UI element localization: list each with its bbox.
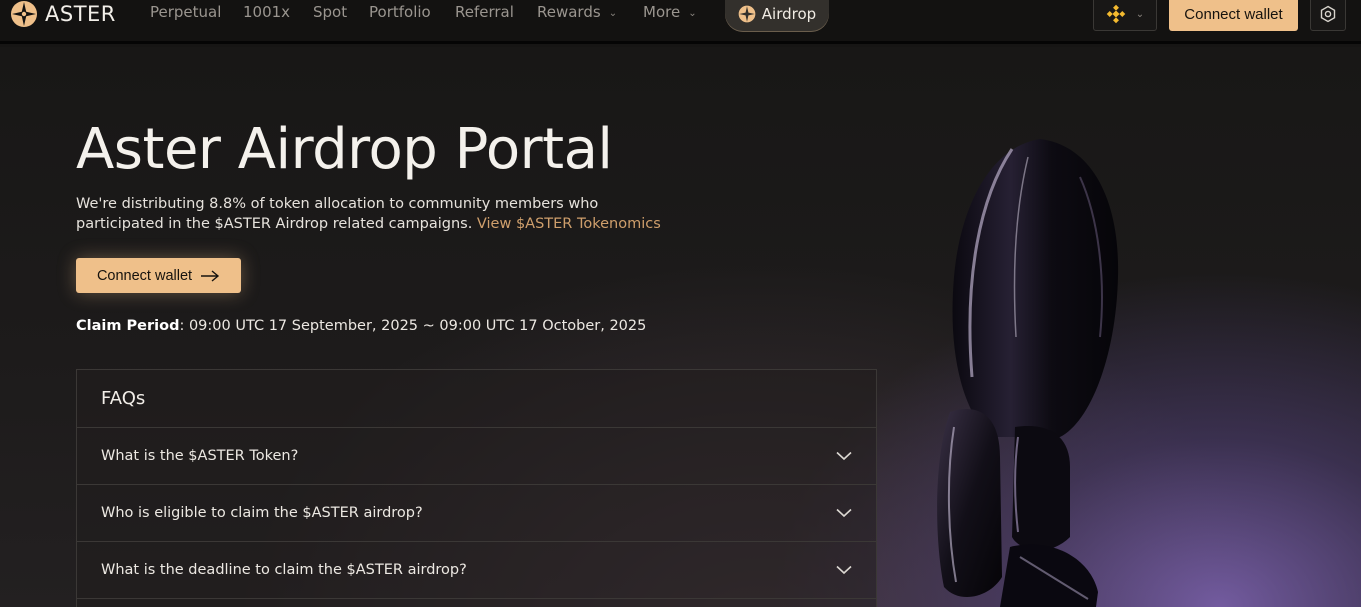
hero-connect-label: Connect wallet [96,267,193,284]
nav-more-label: More [643,3,681,21]
faq-question: What is the deadline to claim the $ASTER… [101,562,467,578]
nav-referral[interactable]: Referral [455,3,514,21]
airdrop-hero: Aster Airdrop Portal We're distributing … [0,47,1361,607]
claim-period-value: : 09:00 UTC 17 September, 2025 ~ 09:00 U… [179,318,647,334]
chevron-down-icon [836,508,852,518]
chain-selector[interactable]: ⌄ [1093,0,1157,31]
top-navigation-bar: ASTER Perpetual 1001x Spot Portfolio Ref… [0,0,1361,44]
nav-airdrop[interactable]: Airdrop [725,0,829,32]
aster-airdrop-icon [738,5,756,23]
claim-period: Claim Period: 09:00 UTC 17 September, 20… [76,318,646,334]
nav-1001x[interactable]: 1001x [243,3,290,21]
nav-more[interactable]: More ⌄ [643,3,697,21]
tokenomics-link[interactable]: View $ASTER Tokenomics [477,216,661,232]
faq-question: Who is eligible to claim the $ASTER aird… [101,505,423,521]
faq-item[interactable]: What is the deadline to claim the $ASTER… [77,542,876,599]
aster-logo-icon [11,1,37,27]
settings-button[interactable] [1310,0,1346,31]
nav-airdrop-label: Airdrop [761,5,817,23]
faq-section: FAQs What is the $ASTER Token? Who is el… [76,369,877,607]
faq-item[interactable]: Who is eligible to claim the $ASTER aird… [77,485,876,542]
nav-portfolio[interactable]: Portfolio [369,3,431,21]
claim-period-label: Claim Period [76,318,180,334]
airdrop-description: We're distributing 8.8% of token allocat… [76,194,686,234]
chevron-down-icon: ⌄ [608,8,618,19]
nav-spot[interactable]: Spot [313,3,347,21]
nav-perpetual[interactable]: Perpetual [150,3,221,21]
nav-rewards-label: Rewards [537,3,601,21]
hero-connect-wallet-button[interactable]: Connect wallet [76,258,241,293]
faq-question: What is the $ASTER Token? [101,448,299,464]
page-title: Aster Airdrop Portal [76,117,613,182]
chevron-down-icon [836,451,852,461]
brand-logo[interactable]: ASTER [10,0,116,28]
connect-wallet-button[interactable]: Connect wallet [1169,0,1298,31]
faq-title: FAQs [77,370,876,428]
chevron-down-icon: ⌄ [688,8,697,19]
aster-sculpture-image [937,139,1119,607]
settings-icon [1320,5,1336,23]
nav-rewards[interactable]: Rewards ⌄ [537,3,617,21]
arrow-right-icon [201,269,220,282]
chevron-down-icon [836,565,852,575]
chevron-down-icon: ⌄ [1135,8,1145,20]
brand-name: ASTER [45,2,116,26]
bnb-chain-icon [1106,4,1126,24]
faq-item[interactable]: What is the $ASTER Token? [77,428,876,485]
